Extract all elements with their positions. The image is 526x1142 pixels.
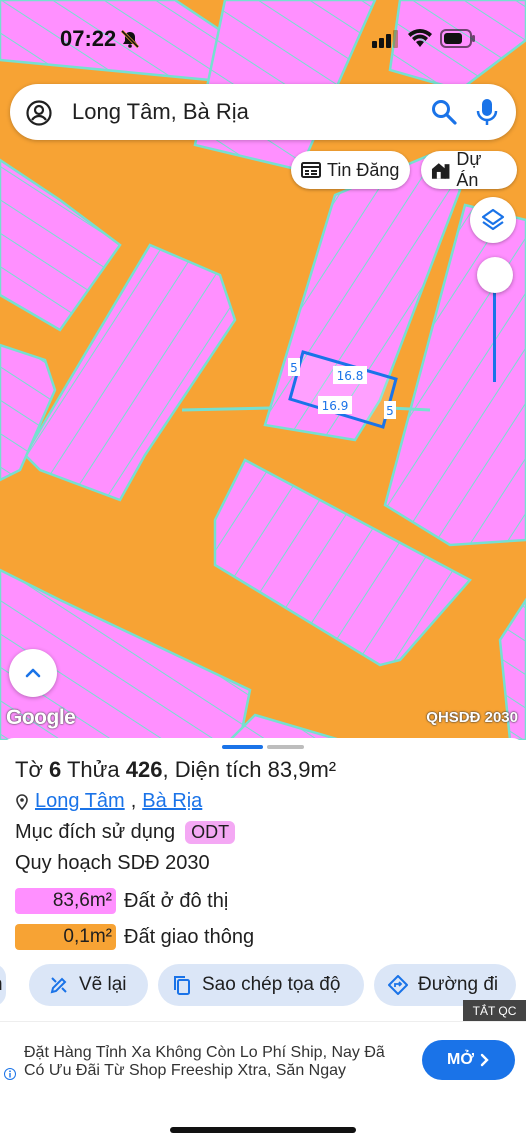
parcel-location: Long Tâm, Bà Rịa	[15, 790, 202, 813]
chip-label: Dự Án	[456, 149, 482, 190]
sheet-number: 6	[49, 757, 62, 782]
land-use-label: Đất ở đô thị	[124, 889, 229, 912]
location-pin-icon	[16, 793, 28, 810]
parcel-title: Tờ 6 Thửa 426, Diện tích 83,9m²	[15, 757, 337, 782]
info-icon[interactable]	[4, 1068, 16, 1080]
chip-label: Tin Đăng	[327, 159, 400, 180]
plot-number: 426	[125, 757, 163, 782]
opacity-slider-handle[interactable]	[477, 257, 513, 293]
dimension-label: 16.9	[322, 399, 349, 413]
land-use-area: 83,6m²	[15, 888, 116, 914]
map-view[interactable]: 16.8 16.9 5 5 07:22 Long Tâm, Bà Rịa Tin…	[0, 0, 526, 740]
purpose-label: Mục đích sử dụng	[15, 821, 176, 843]
sheet-label: Tờ	[15, 757, 43, 782]
listing-icon	[301, 162, 321, 178]
copy-coordinates-button[interactable]: Sao chép tọa độ	[158, 964, 364, 1006]
directions-icon	[388, 975, 408, 995]
search-bar[interactable]: Long Tâm, Bà Rịa	[10, 84, 516, 140]
parcel-info-sheet: Tờ 6 Thửa 426, Diện tích 83,9m² Long Tâm…	[0, 738, 526, 1142]
chevron-up-icon	[25, 668, 41, 678]
action-label: Vẽ lại	[79, 974, 127, 995]
search-input[interactable]: Long Tâm, Bà Rịa	[72, 99, 249, 125]
ad-button-label: MỞ	[447, 1051, 474, 1068]
ad-open-button[interactable]: MỞ	[422, 1040, 515, 1080]
layers-button[interactable]	[470, 197, 516, 243]
ward-link[interactable]: Long Tâm	[35, 790, 125, 813]
bell-muted-icon	[120, 30, 140, 48]
plan-label: Quy hoạch SDĐ 2030	[15, 852, 210, 874]
land-use-label: Đất giao thông	[124, 925, 255, 948]
search-icon[interactable]	[431, 99, 457, 125]
wifi-icon	[408, 29, 432, 47]
area-label: Diện tích	[174, 757, 262, 782]
action-label: n	[0, 974, 3, 996]
action-label: Sao chép tọa độ	[202, 974, 341, 995]
layers-icon	[481, 208, 505, 231]
ad-banner[interactable]: Đặt Hàng Tỉnh Xa Không Còn Lo Phí Ship, …	[0, 1021, 526, 1099]
plot-label: Thửa	[66, 757, 120, 782]
listings-chip[interactable]: Tin Đăng	[291, 151, 410, 189]
hide-ad-button[interactable]: TẮT QC	[463, 1000, 526, 1022]
signal-icon	[372, 30, 398, 48]
dimension-label: 5	[290, 361, 298, 375]
city-link[interactable]: Bà Rịa	[142, 790, 202, 813]
home-indicator[interactable]	[170, 1127, 356, 1133]
purpose-code-badge: ODT	[185, 821, 236, 844]
building-icon	[431, 163, 450, 179]
redraw-icon	[50, 977, 67, 994]
page-indicator[interactable]	[267, 745, 304, 749]
chevron-right-icon	[480, 1053, 489, 1067]
google-logo: Google	[6, 706, 76, 729]
battery-icon	[440, 29, 475, 48]
action-label: Đường đi	[418, 974, 499, 995]
dimension-label: 16.8	[337, 369, 364, 383]
partial-action-button[interactable]: n	[0, 964, 6, 1006]
land-purpose: Mục đích sử dụng ODT	[15, 821, 236, 844]
area-value: 83,9m²	[267, 757, 337, 782]
account-icon[interactable]	[26, 100, 52, 126]
expand-button[interactable]	[9, 649, 57, 697]
layer-label: QHSDĐ 2030	[426, 709, 518, 726]
land-use-area: 0,1m²	[15, 924, 116, 950]
status-bar: 07:22	[0, 0, 526, 78]
mic-icon[interactable]	[476, 98, 498, 126]
status-time: 07:22	[60, 26, 117, 51]
land-use-row: 0,1m² Đất giao thông	[15, 924, 254, 950]
dimension-label: 5	[386, 404, 394, 418]
ad-text: Đặt Hàng Tỉnh Xa Không Còn Lo Phí Ship, …	[24, 1044, 385, 1079]
redraw-button[interactable]: Vẽ lại	[29, 964, 148, 1006]
land-use-row: 83,6m² Đất ở đô thị	[15, 888, 228, 914]
page-indicator-active[interactable]	[222, 745, 263, 749]
projects-chip[interactable]: Dự Án	[421, 149, 517, 190]
copy-icon	[174, 976, 190, 995]
